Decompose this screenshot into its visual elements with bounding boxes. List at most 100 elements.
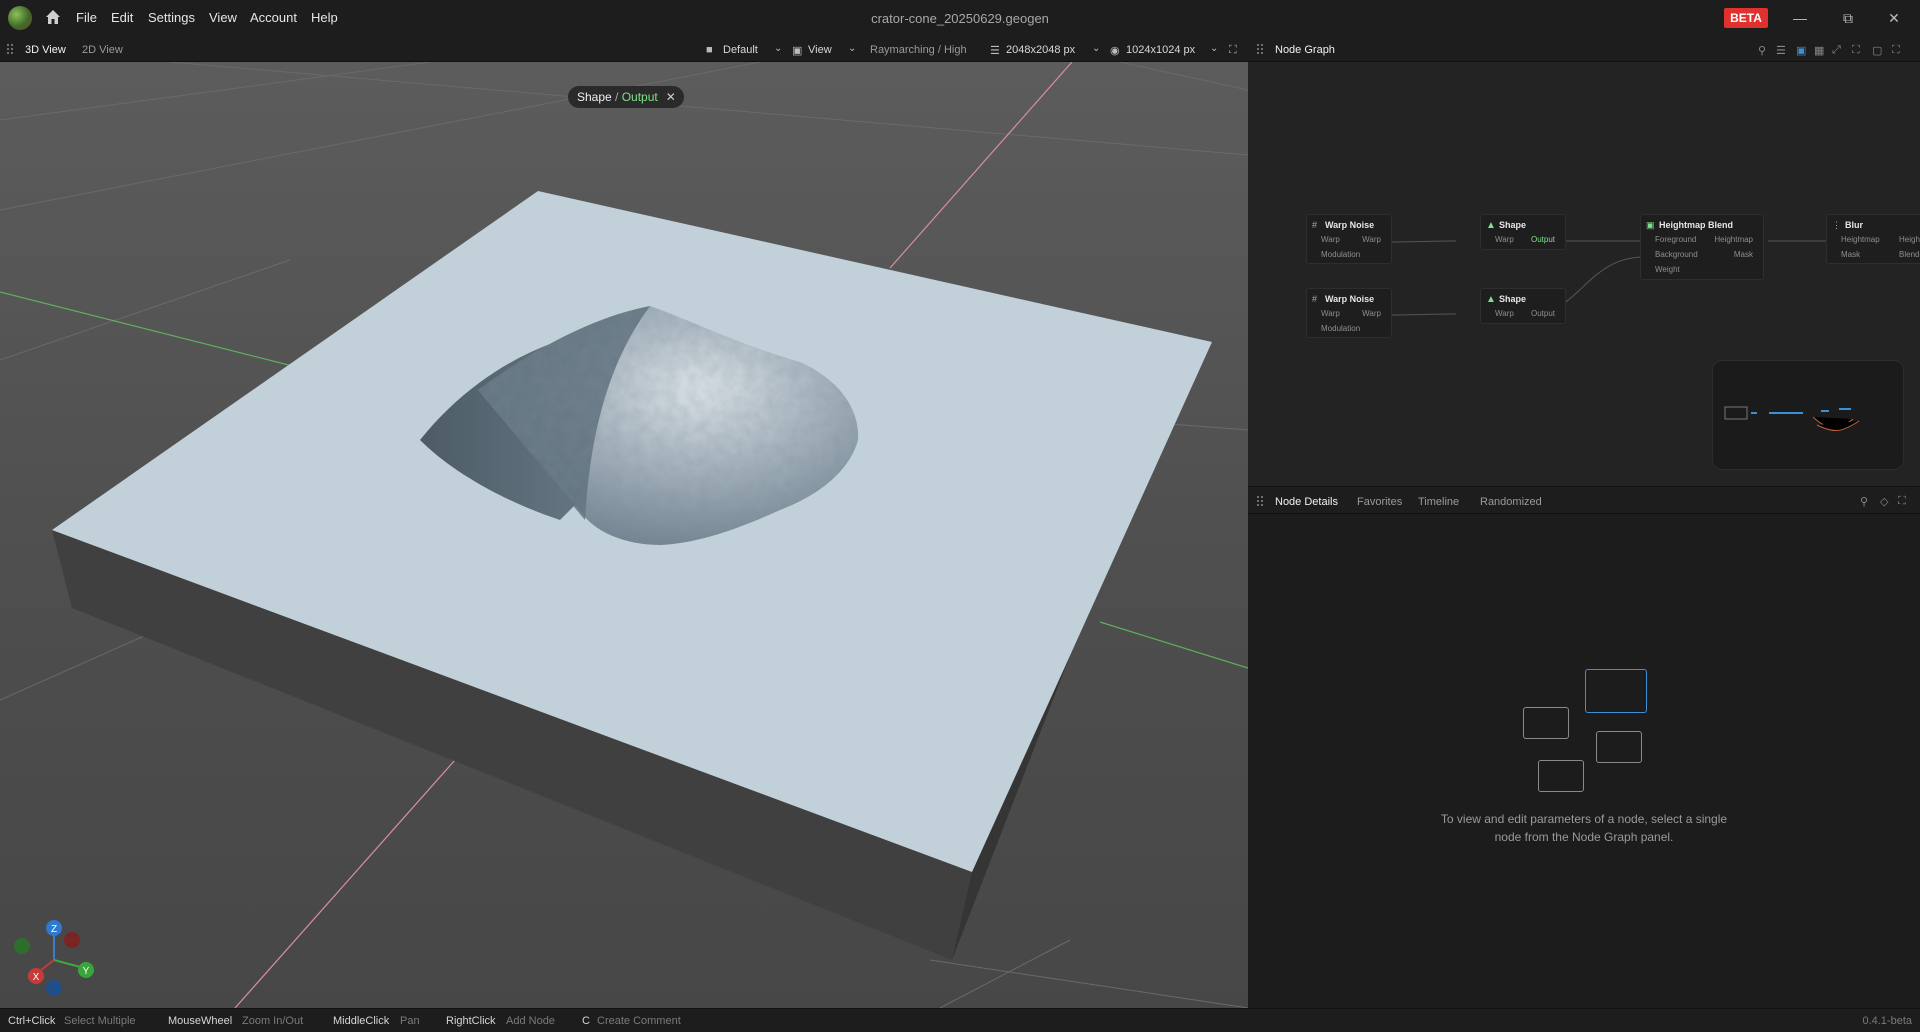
gizmo-y-label: Y [83,966,90,977]
node-port[interactable]: Warp [1495,309,1514,318]
node-port[interactable]: Height [1899,235,1920,244]
3d-viewport[interactable]: Shape / Output ✕ Z Y X [0,62,1248,1008]
render-mode[interactable]: Raymarching / High [870,44,967,56]
collapse-icon[interactable]: ⤢ [1832,44,1841,57]
tab-randomized[interactable]: Randomized [1480,496,1542,508]
node-details-header: Node Details Favorites Timeline Randomiz… [1248,486,1920,514]
node-shape[interactable]: ▲ Shape Warp Output [1480,288,1566,324]
axis-gizmo[interactable]: Z Y X [8,914,98,1004]
node-port[interactable]: Warp [1321,235,1340,244]
globe-icon: ◉ [1110,45,1120,57]
tab-node-details[interactable]: Node Details [1275,496,1338,508]
node-port[interactable]: Heightmap [1841,235,1880,244]
placeholder-node-icon [1523,707,1569,739]
node-port[interactable]: Output [1531,309,1555,318]
breadcrumb-node[interactable]: Shape [577,90,612,104]
node-heightmap-blend[interactable]: ▣ Heightmap Blend Foreground Heightmap B… [1640,214,1764,280]
node-port[interactable]: Mask [1841,250,1860,259]
node-port[interactable]: Warp [1362,235,1381,244]
drag-handle-icon[interactable] [1256,43,1264,55]
view-icon: ▣ [792,45,803,57]
placeholder-node-icon [1585,669,1647,713]
close-icon[interactable]: ✕ [666,86,676,108]
blur-icon: ⋮ [1832,220,1841,230]
node-port[interactable]: Warp [1495,235,1514,244]
panel-title-node-graph: Node Graph [1275,44,1335,56]
tab-favorites[interactable]: Favorites [1357,496,1402,508]
menu-file[interactable]: File [76,10,97,25]
hotkey-desc: Create Comment [597,1015,681,1027]
node-port[interactable]: Background [1655,250,1698,259]
breadcrumb-separator: / [611,90,622,104]
hotkey-desc: Zoom In/Out [242,1015,304,1027]
node-port[interactable]: Warp [1321,309,1340,318]
node-port[interactable]: Warp [1362,309,1381,318]
node-blur[interactable]: ⋮ Blur Heightmap Height Mask Blending [1826,214,1920,264]
home-icon[interactable] [44,8,62,26]
x-axis-line [1099,621,1248,669]
node-port[interactable]: Mask [1734,250,1753,259]
menu-view[interactable]: View [209,10,237,25]
frame-icon[interactable]: ▣ [1796,44,1806,57]
preset-icon: ■ [706,44,713,56]
menu-settings[interactable]: Settings [148,10,195,25]
search-icon[interactable]: ⚲ [1860,495,1868,508]
node-warp-noise[interactable]: # Warp Noise Warp Warp Modulation [1306,214,1392,264]
minimap-content [1724,406,1860,431]
node-port[interactable]: Output [1531,235,1555,244]
node-shape[interactable]: ▲ Shape Warp Output [1480,214,1566,250]
menu-edit[interactable]: Edit [111,10,133,25]
restore-icon[interactable]: ⧉ [1838,8,1858,28]
node-graph-header: Node Graph ⚲ ☰ ▣ ▦ ⤢ ⛶ ▢ ⛶ [1248,36,1920,62]
screenshot-icon[interactable]: ▢ [1872,44,1882,57]
node-graph-minimap[interactable] [1712,360,1904,470]
maximize-icon[interactable]: ⛶ [1898,495,1906,508]
hint-line: node from the Node Graph panel. [1494,830,1674,844]
drag-handle-icon[interactable] [1256,495,1264,507]
tab-3d-view[interactable]: 3D View [25,44,66,56]
view-toolbar: 3D View 2D View ■ Default ⌄ ▣ View ⌄ Ray… [0,36,1248,62]
chevron-down-icon[interactable]: ⌄ [848,43,856,54]
hint-line: To view and edit parameters of a node, s… [1440,812,1728,826]
breadcrumb-output[interactable]: Output [622,90,658,104]
chevron-down-icon[interactable]: ⌄ [1092,43,1100,54]
menu-account[interactable]: Account [250,10,297,25]
node-port[interactable]: Modulation [1321,324,1360,333]
node-warp-noise[interactable]: # Warp Noise Warp Warp Modulation [1306,288,1392,338]
preset-select[interactable]: Default [723,44,758,56]
preview-resolution-select[interactable]: 1024x1024 px [1126,44,1195,56]
minimize-icon[interactable]: — [1790,8,1810,28]
node-port[interactable]: Foreground [1655,235,1696,244]
layout-icon[interactable]: ▦ [1814,44,1824,57]
node-port[interactable]: Modulation [1321,250,1360,259]
list-icon[interactable]: ☰ [1776,44,1786,57]
title-bar: File Edit Settings View Account Help cra… [0,0,1920,36]
drag-handle-icon[interactable] [6,43,14,55]
empty-state-hint: To view and edit parameters of a node, s… [1248,810,1920,846]
node-port[interactable]: Blending [1899,250,1920,259]
maximize-icon[interactable]: ⛶ [1892,44,1900,57]
search-icon[interactable]: ⚲ [1758,44,1766,57]
tab-2d-view[interactable]: 2D View [82,44,123,56]
diamond-icon[interactable]: ◇ [1880,495,1888,508]
node-port[interactable]: Weight [1655,265,1680,274]
node-port[interactable]: Heightmap [1714,235,1753,244]
version-label: 0.4.1-beta [1862,1015,1912,1027]
close-icon[interactable]: ✕ [1884,8,1904,28]
beta-badge: BETA [1724,8,1768,28]
chevron-down-icon[interactable]: ⌄ [774,43,782,54]
hotkey-key: C [582,1015,590,1027]
tab-timeline[interactable]: Timeline [1418,496,1459,508]
menu-help[interactable]: Help [311,10,338,25]
triangle-icon: ▲ [1486,294,1496,305]
chevron-down-icon[interactable]: ⌄ [1210,43,1218,54]
fullscreen-icon[interactable]: ⛶ [1229,44,1237,57]
gizmo-z-label: Z [51,924,57,935]
fit-view-icon[interactable]: ⛶ [1852,44,1860,57]
view-menu[interactable]: View [808,44,832,56]
layers-icon: ☰ [990,45,1000,57]
resolution-select[interactable]: 2048x2048 px [1006,44,1075,56]
viewport-scene [0,62,1248,1008]
hotkey-key: RightClick [446,1015,496,1027]
blend-icon: ▣ [1646,220,1655,230]
